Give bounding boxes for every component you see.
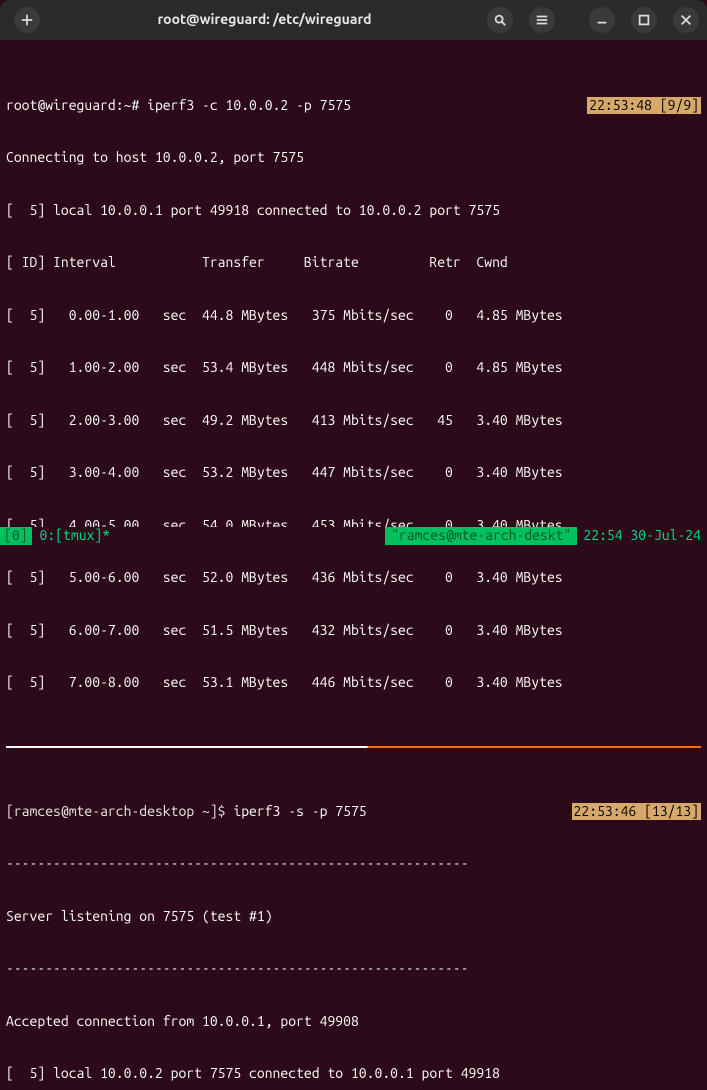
tmux-statusbar: [0] 0:[tmux]* "ramces@mte-arch-deskt"22:…: [0, 527, 707, 545]
pane-divider[interactable]: [6, 746, 701, 748]
tmux-datetime: 22:54 30-Jul-24: [577, 527, 707, 545]
pane2-local: [ 5] local 10.0.0.2 port 7575 connected …: [6, 1065, 701, 1083]
window-title: root@wireguard: /etc/wireguard: [54, 11, 475, 29]
pane1-row: [ 5] 0.00-1.00 sec 44.8 MBytes 375 Mbits…: [6, 307, 701, 325]
pane1-local: [ 5] local 10.0.0.1 port 49918 connected…: [6, 202, 701, 220]
pane1-timestamp: 22:53:48 [9/9]: [587, 97, 701, 115]
maximize-button[interactable]: [631, 7, 657, 33]
tmux-host: "ramces@mte-arch-deskt": [385, 527, 577, 545]
minimize-button[interactable]: [589, 7, 615, 33]
pane1-row: [ 5] 7.00-8.00 sec 53.1 MBytes 446 Mbits…: [6, 674, 701, 692]
pane1-connecting: Connecting to host 10.0.0.2, port 7575: [6, 149, 701, 167]
pane1-row: [ 5] 1.00-2.00 sec 53.4 MBytes 448 Mbits…: [6, 359, 701, 377]
pane1-row: [ 5] 5.00-6.00 sec 52.0 MBytes 436 Mbits…: [6, 569, 701, 587]
pane1-command: iperf3 -c 10.0.0.2 -p 7575: [147, 97, 351, 113]
close-button[interactable]: [673, 7, 699, 33]
terminal-area[interactable]: root@wireguard:~# iperf3 -c 10.0.0.2 -p …: [0, 40, 707, 1090]
pane1-header: [ ID] Interval Transfer Bitrate Retr Cwn…: [6, 254, 701, 272]
tmux-session[interactable]: [0]: [0, 527, 32, 545]
menu-button[interactable]: [529, 7, 555, 33]
tmux-window[interactable]: 0:[tmux]*: [32, 527, 119, 545]
pane1-prompt: root@wireguard:~#: [6, 97, 147, 113]
titlebar: root@wireguard: /etc/wireguard: [0, 0, 707, 40]
search-button[interactable]: [487, 7, 513, 33]
pane2-prompt: [ramces@mte-arch-desktop ~]$: [6, 803, 233, 819]
pane2-prompt-line: [ramces@mte-arch-desktop ~]$ iperf3 -s -…: [6, 803, 701, 821]
pane1-row: [ 5] 6.00-7.00 sec 51.5 MBytes 432 Mbits…: [6, 622, 701, 640]
pane2-accepted: Accepted connection from 10.0.0.1, port …: [6, 1013, 701, 1031]
pane2-command: iperf3 -s -p 7575: [233, 803, 366, 819]
pane1-prompt-line: root@wireguard:~# iperf3 -c 10.0.0.2 -p …: [6, 97, 701, 115]
pane2-dash: ----------------------------------------…: [6, 960, 701, 978]
pane2-listening: Server listening on 7575 (test #1): [6, 908, 701, 926]
pane1-row: [ 5] 2.00-3.00 sec 49.2 MBytes 413 Mbits…: [6, 412, 701, 430]
pane2-dash: ----------------------------------------…: [6, 855, 701, 873]
pane1-row: [ 5] 3.00-4.00 sec 53.2 MBytes 447 Mbits…: [6, 464, 701, 482]
pane2-timestamp: 22:53:46 [13/13]: [572, 803, 701, 821]
new-tab-button[interactable]: [14, 7, 40, 33]
